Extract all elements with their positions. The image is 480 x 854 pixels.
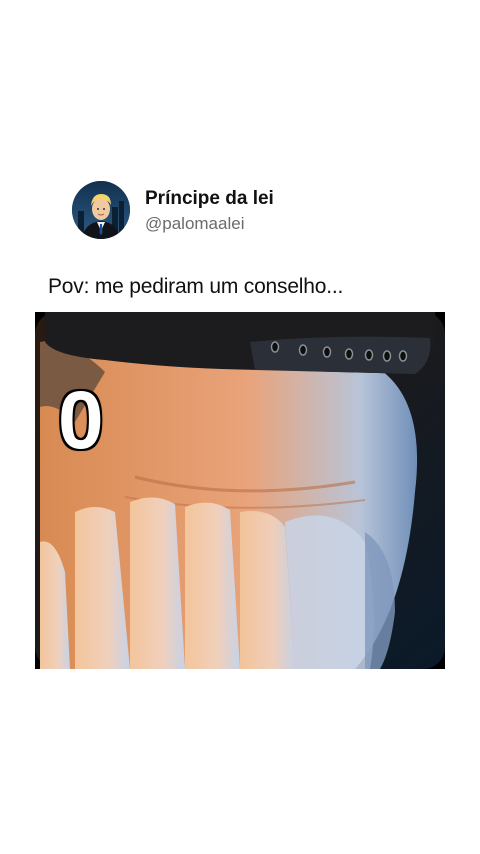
cartoon-man-suit-avatar-icon <box>72 181 130 239</box>
user-handle[interactable]: @palomaalei <box>145 214 244 234</box>
overlay-caption: 0 <box>58 375 104 466</box>
man-covering-face-icon <box>35 312 445 669</box>
display-name[interactable]: Príncipe da lei <box>145 188 274 210</box>
post-media[interactable] <box>35 312 445 669</box>
post-text: Pov: me pediram um conselho... <box>48 275 344 298</box>
avatar[interactable] <box>72 181 130 239</box>
